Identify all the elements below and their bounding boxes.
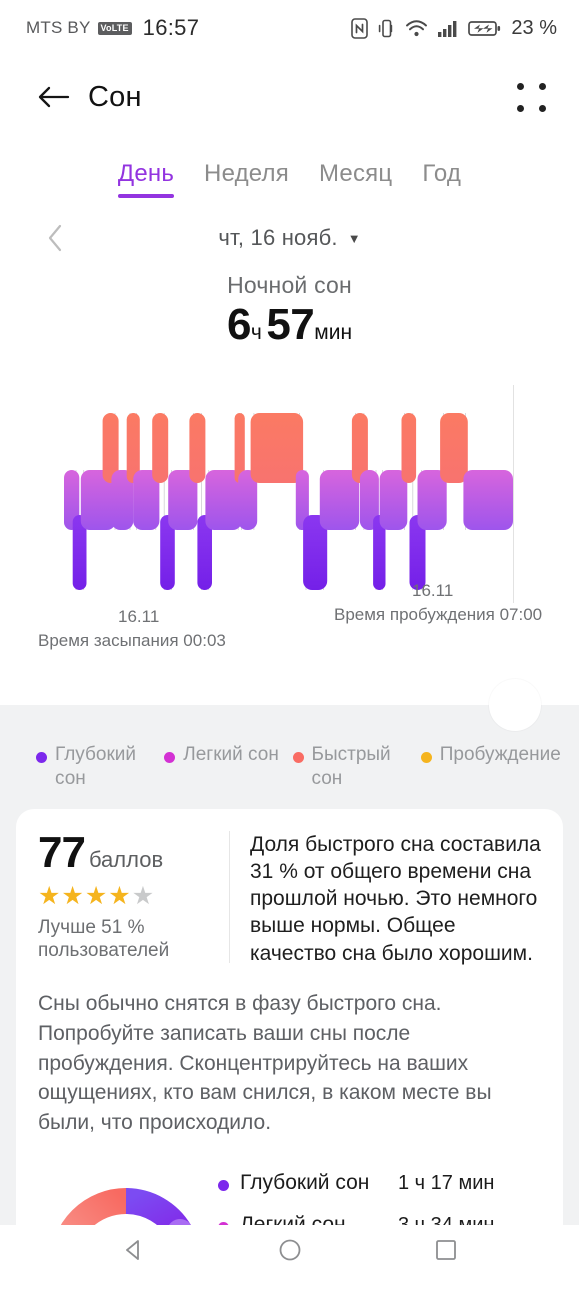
nav-home-circle-icon: [277, 1237, 303, 1263]
phase-label-deep: Глубокий сон: [240, 1170, 390, 1196]
wake-time-label: Время пробуждения 07:00: [334, 605, 542, 625]
back-button[interactable]: [30, 73, 78, 121]
phase-value-deep: 1 ч 17 мин: [398, 1172, 494, 1195]
legend-label-deep: Глубокий сон: [55, 743, 164, 791]
legend-item-deep: Глубокий сон: [36, 743, 164, 791]
carrier-label: MTS BY: [26, 18, 91, 38]
chevron-left-icon: [47, 224, 64, 252]
score-unit: баллов: [89, 847, 163, 872]
star-2-icon: ★: [61, 882, 84, 910]
sleep-hours: 6: [227, 300, 251, 349]
page-title: Сон: [88, 81, 142, 114]
star-1-icon: ★: [38, 882, 61, 910]
sleep-minutes-unit: мин: [314, 321, 352, 344]
sleep-total-caption: Ночной сон: [0, 272, 579, 299]
score-percentile: Лучше 51 % пользователей: [38, 916, 213, 964]
nav-recents-square-icon: [433, 1237, 459, 1263]
status-time: 16:57: [143, 15, 200, 41]
sleep-total-value: 6ч 57мин: [0, 303, 579, 347]
chart-detail-handle[interactable]: [489, 679, 541, 731]
legend-dot-deep-icon: [36, 752, 47, 763]
period-tabs: День Неделя Месяц Год: [0, 138, 579, 198]
legend-item-light: Легкий сон: [164, 743, 292, 791]
nav-recents-button[interactable]: [433, 1237, 459, 1268]
legend-label-light: Легкий сон: [183, 743, 279, 767]
legend-item-awake: Пробуждение: [421, 743, 549, 791]
grid-menu-icon[interactable]: [509, 75, 553, 119]
score-value: 77: [38, 828, 85, 877]
hypnogram-chart[interactable]: 16.11 Время засыпания 00:03 16.11 Время …: [0, 375, 579, 675]
wifi-icon: [405, 19, 428, 38]
score-row: 77баллов ★★★★★ Лучше 51 % пользователей …: [38, 831, 541, 967]
sleep-hours-unit: ч: [251, 321, 262, 344]
date-navigator: чт, 16 нояб. ▼: [0, 210, 579, 266]
phase-row-deep: Глубокий сон 1 ч 17 мин: [218, 1170, 541, 1196]
chart-axis-line: [513, 385, 514, 603]
previous-day-button[interactable]: [38, 221, 72, 255]
star-5-icon: ★: [132, 882, 155, 910]
sleep-total: Ночной сон 6ч 57мин: [0, 266, 579, 347]
legend-label-rem: Быстрый сон: [312, 743, 421, 791]
score-description: Доля быстрого сна составила 31 % от обще…: [230, 831, 541, 967]
vibrate-icon: [377, 18, 396, 39]
star-4-icon: ★: [108, 882, 131, 910]
status-bar: MTS BY VoLTE 16:57 23 %: [0, 0, 579, 56]
sleep-start-time-label: Время засыпания 00:03: [38, 631, 226, 651]
tab-month[interactable]: Месяц: [319, 160, 392, 198]
legend-dot-awake-icon: [421, 752, 432, 763]
details-section: Глубокий сон Легкий сон Быстрый сон Проб…: [0, 705, 579, 1225]
signal-icon: [437, 19, 459, 38]
sleep-advice-text: Сны обычно снятся в фазу быстрого сна. П…: [38, 989, 541, 1138]
hypnogram-segment-rem: [440, 413, 468, 483]
status-bar-left: MTS BY VoLTE 16:57: [26, 15, 199, 41]
nav-back-button[interactable]: [121, 1237, 147, 1268]
hypnogram-segment-rem: [189, 413, 205, 483]
tab-week[interactable]: Неделя: [204, 160, 289, 198]
tab-year[interactable]: Год: [422, 160, 461, 198]
nav-home-button[interactable]: [277, 1237, 303, 1268]
current-date-label: чт, 16 нояб.: [218, 225, 337, 251]
score-stars: ★★★★★: [38, 884, 213, 909]
wake-date-label: 16.11: [412, 581, 453, 601]
battery-percent-label: 23 %: [511, 17, 557, 40]
score-value-row: 77баллов: [38, 831, 213, 875]
back-arrow-icon: [37, 84, 71, 110]
hypnogram-segment-rem: [152, 413, 168, 483]
hypnogram-segment-light: [463, 470, 513, 530]
legend-dot-rem-icon: [293, 752, 304, 763]
legend-label-awake: Пробуждение: [440, 743, 561, 767]
score-summary: 77баллов ★★★★★ Лучше 51 % пользователей: [38, 831, 230, 964]
hypnogram-segment-rem: [251, 413, 304, 483]
sleep-start-date-label: 16.11: [118, 607, 159, 627]
phase-dot-deep-icon: [218, 1180, 229, 1191]
status-bar-right: 23 %: [351, 17, 557, 40]
caret-down-icon[interactable]: ▼: [348, 231, 361, 246]
nav-back-triangle-icon: [121, 1237, 147, 1263]
android-nav-bar: [0, 1225, 579, 1280]
nfc-icon: [351, 18, 368, 39]
hypnogram-segment-rem: [402, 413, 417, 483]
volte-badge: VoLTE: [98, 22, 132, 35]
tab-day[interactable]: День: [118, 160, 174, 198]
sleep-minutes: 57: [266, 300, 314, 349]
battery-charging-icon: [468, 19, 501, 38]
app-bar: Сон: [0, 56, 579, 138]
star-3-icon: ★: [85, 882, 108, 910]
legend-item-rem: Быстрый сон: [293, 743, 421, 791]
hypnogram-svg[interactable]: [0, 375, 579, 615]
legend-dot-light-icon: [164, 752, 175, 763]
